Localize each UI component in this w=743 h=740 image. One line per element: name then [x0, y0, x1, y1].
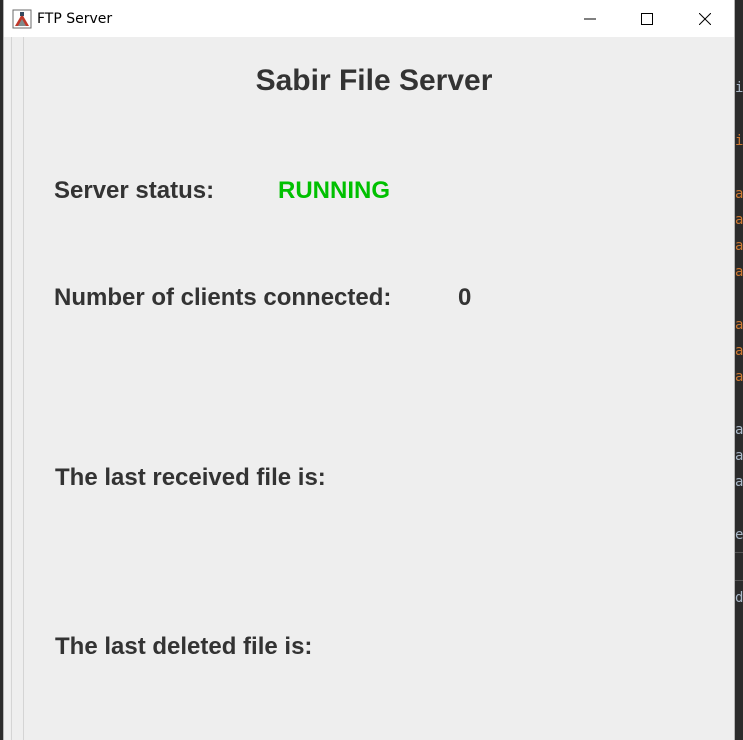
last-received-file-label: The last received file is:	[55, 464, 326, 491]
minimize-button[interactable]	[561, 0, 619, 37]
maximize-button[interactable]	[618, 0, 676, 37]
close-icon	[699, 12, 711, 25]
minimize-icon	[584, 18, 596, 19]
server-status-value: RUNNING	[278, 177, 390, 204]
java-app-icon	[12, 9, 32, 29]
last-deleted-file-label: The last deleted file is:	[55, 633, 313, 660]
clients-connected-label: Number of clients connected:	[54, 284, 392, 311]
window-title: FTP Server	[37, 11, 113, 27]
app-window: FTP Server Sabir File Server Server stat…	[3, 0, 735, 740]
panel-edge	[23, 37, 24, 740]
close-button[interactable]	[676, 0, 734, 37]
panel-edge	[11, 37, 12, 740]
page-title: Sabir File Server	[255, 64, 493, 97]
maximize-icon	[641, 12, 653, 25]
server-status-label: Server status:	[54, 177, 215, 204]
title-bar[interactable]: FTP Server	[4, 0, 734, 37]
clients-connected-value: 0	[458, 284, 472, 311]
